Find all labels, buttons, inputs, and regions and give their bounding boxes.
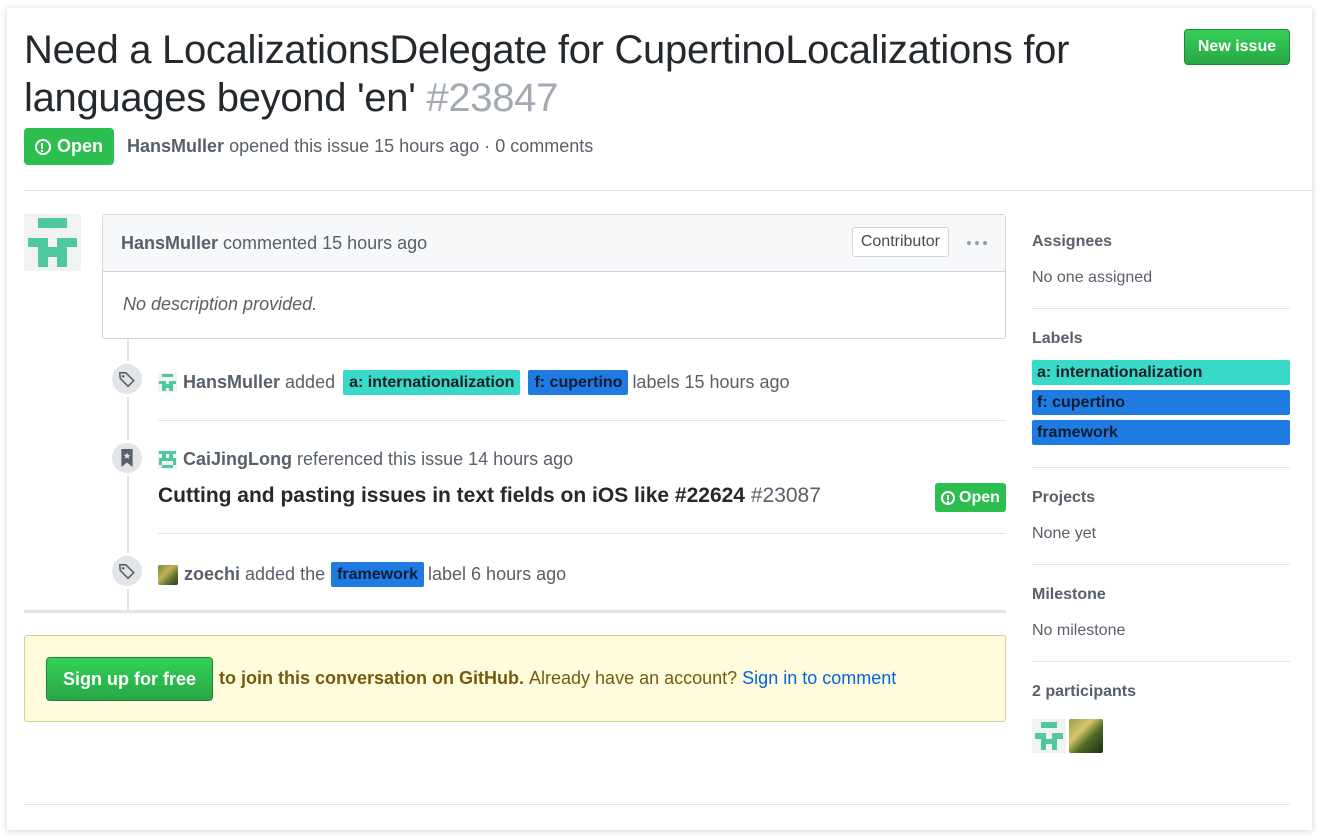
milestone-heading[interactable]: Milestone [1032, 586, 1290, 604]
sidebar-labels: Labels a: internationalization f: cupert… [1032, 330, 1290, 445]
labels-heading[interactable]: Labels [1032, 330, 1290, 348]
signup-prompt: Sign up for free to join this conversati… [24, 635, 1006, 722]
issue-number: #23847 [426, 76, 559, 120]
participants-heading: 2 participants [1032, 683, 1137, 700]
signup-bold-text: to join this conversation on GitHub. [219, 668, 525, 688]
timeline-separator [158, 533, 1006, 534]
referenced-issue-link[interactable]: Cutting and pasting issues in text field… [158, 484, 821, 508]
issue-author-link[interactable]: HansMuller [127, 136, 224, 156]
issue-opened-icon [35, 138, 51, 155]
timeline-separator [158, 420, 1006, 421]
signup-plain-text: Already have an account? [529, 668, 738, 688]
issue-meta-text: HansMuller opened this issue 15 hours ag… [127, 136, 593, 157]
projects-heading[interactable]: Projects [1032, 489, 1290, 507]
sidebar-divider [1032, 467, 1290, 468]
sidebar-projects: Projects None yet [1032, 489, 1290, 543]
event-verb: added [285, 372, 336, 392]
comment-author-link[interactable]: HansMuller [121, 233, 218, 254]
comment-options-icon[interactable] [967, 241, 987, 245]
event-actor-link[interactable]: HansMuller [183, 372, 280, 393]
issue-comment: HansMuller commented 15 hours ago Contri… [102, 214, 1006, 339]
sidebar-label-framework[interactable]: framework [1032, 420, 1290, 445]
assignees-heading[interactable]: Assignees [1032, 233, 1290, 251]
label-internationalization[interactable]: a: internationalization [343, 370, 521, 395]
sidebar-label-cupertino[interactable]: f: cupertino [1032, 390, 1290, 415]
sidebar-assignees: Assignees No one assigned [1032, 233, 1290, 287]
tag-icon [109, 553, 145, 589]
comment-body: No description provided. [123, 294, 318, 314]
reference-actor-avatar[interactable] [158, 450, 177, 469]
label-framework[interactable]: framework [331, 562, 425, 587]
reference-text: referenced this issue 14 hours ago [297, 449, 574, 469]
event-suffix: labels 15 hours ago [632, 372, 790, 392]
referenced-issue-number: #23087 [750, 484, 821, 507]
zoechi-avatar[interactable] [158, 564, 178, 585]
label-cupertino[interactable]: f: cupertino [528, 370, 629, 395]
milestone-value: No milestone [1032, 622, 1126, 639]
comment-header: HansMuller commented 15 hours ago Contri… [103, 215, 1005, 272]
event-actor-link[interactable]: zoechi [184, 564, 240, 585]
reference-event: CaiJingLong referenced this issue 14 hou… [158, 449, 573, 470]
issue-state-label: Open [57, 136, 104, 156]
participant-avatar-hansmuller[interactable] [1032, 719, 1066, 753]
issue-title: Need a LocalizationsDelegate for Cuperti… [24, 26, 1134, 122]
assignees-value: No one assigned [1032, 269, 1153, 286]
footer-divider [24, 804, 1290, 805]
signup-button[interactable]: Sign up for free [46, 656, 214, 701]
comment-author-avatar[interactable] [24, 214, 81, 271]
issue-opened-icon [941, 490, 956, 505]
referenced-issue-state: Open [959, 488, 1000, 506]
participant-avatar-zoechi[interactable] [1069, 719, 1103, 753]
label-event: HansMuller added a: internationalization… [158, 370, 790, 395]
bookmark-icon [109, 440, 145, 476]
signin-link[interactable]: Sign in to comment [742, 668, 896, 689]
issue-state-badge: Open [24, 128, 115, 165]
event-actor-avatar[interactable] [158, 373, 177, 392]
reference-actor-link[interactable]: CaiJingLong [183, 449, 292, 470]
sidebar-divider [1032, 564, 1290, 565]
sidebar-milestone: Milestone No milestone [1032, 586, 1290, 640]
new-issue-button[interactable]: New issue [1184, 29, 1290, 65]
sidebar-divider [1032, 661, 1290, 662]
issue-meta: Open HansMuller opened this issue 15 hou… [24, 128, 593, 165]
tag-icon [109, 361, 145, 397]
contributor-badge: Contributor [851, 227, 949, 257]
header-divider [24, 190, 1315, 191]
timeline-end-rule [24, 610, 1006, 613]
referenced-issue-title[interactable]: Cutting and pasting issues in text field… [158, 484, 745, 507]
projects-value: None yet [1032, 525, 1097, 542]
comment-timestamp[interactable]: commented 15 hours ago [223, 233, 427, 254]
sidebar-divider [1032, 308, 1290, 309]
label-event-framework: zoechi added the framework label 6 hours… [158, 562, 566, 587]
referenced-issue-state-badge: Open [935, 483, 1006, 512]
sidebar-participants: 2 participants [1032, 683, 1290, 701]
issue-opened-text: opened this issue 15 hours ago · 0 comme… [229, 136, 594, 156]
event-verb: added the [245, 564, 326, 584]
event-suffix: label 6 hours ago [428, 564, 567, 584]
sidebar-label-internationalization[interactable]: a: internationalization [1032, 360, 1290, 385]
